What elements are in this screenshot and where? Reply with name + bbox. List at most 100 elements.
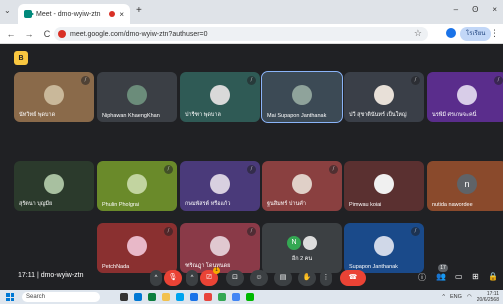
- chrome-second-icon[interactable]: [232, 293, 240, 301]
- participant-avatar: [292, 84, 312, 105]
- maximize-button[interactable]: ʘ: [472, 5, 478, 14]
- omnibox[interactable]: meet.google.com/dmo-wyiw-ztn?authuser=0 …: [54, 27, 428, 41]
- hang-up-button[interactable]: ☎: [340, 270, 366, 286]
- captions-icon[interactable]: ▤: [274, 270, 292, 286]
- site-info-icon[interactable]: [58, 30, 66, 38]
- wifi-icon[interactable]: ◠: [467, 294, 472, 300]
- muted-mic-icon: ⧸: [411, 76, 420, 85]
- activities-icon[interactable]: ⊞: [472, 272, 479, 281]
- chrome-alt-icon[interactable]: [218, 293, 226, 301]
- group-avatars: N: [287, 236, 317, 250]
- minimize-button[interactable]: –: [454, 5, 458, 14]
- participant-tile[interactable]: ฐนสิมทร์ ปานคำ ⧸: [262, 161, 342, 211]
- participant-tile[interactable]: Supapon Janthanak ⧸: [344, 223, 424, 273]
- participant-avatar: [374, 235, 394, 256]
- profile-avatar-icon[interactable]: [446, 28, 456, 38]
- more-options-icon[interactable]: ⋮: [320, 270, 332, 286]
- participant-tile[interactable]: กษมพัสรต์ หรือแก้ว ⧸: [180, 161, 260, 211]
- present-screen-icon[interactable]: ⊡: [226, 270, 244, 286]
- url-text: meet.google.com/dmo-wyiw-ztn?authuser=0: [70, 30, 208, 38]
- clock[interactable]: 17:11 20/6/2568: [477, 291, 499, 303]
- muted-mic-icon: ⧸: [247, 165, 256, 174]
- participant-tile[interactable]: PetchNada ⧸: [97, 223, 177, 273]
- participant-tile[interactable]: ปารีฑา พุดบาล ⧸: [180, 72, 260, 122]
- tray-chevron-icon[interactable]: ^: [442, 294, 445, 300]
- group-avatar-letter: N: [287, 236, 301, 250]
- tab-close-button[interactable]: ×: [119, 10, 124, 19]
- participant-tile[interactable]: Phulin Pholgrai ⧸: [97, 161, 177, 211]
- muted-mic-icon: ⧸: [164, 165, 173, 174]
- participant-tile[interactable]: ปวี สุชาตินันทร์ เป็นใหญ่ ⧸: [344, 72, 424, 122]
- participant-avatar: [210, 235, 230, 256]
- store-icon[interactable]: [148, 293, 156, 301]
- tab-title: Meet - dmo-wyiw-ztn: [36, 10, 101, 18]
- bookmark-star-icon[interactable]: ☆: [414, 28, 422, 39]
- tab-meet[interactable]: Meet - dmo-wyiw-ztn ×: [18, 4, 130, 24]
- raise-hand-icon[interactable]: ✋: [298, 270, 316, 286]
- participant-name: สุรัตนา บุญมีย: [19, 201, 53, 207]
- camera-options-button[interactable]: ^: [186, 270, 198, 286]
- others-count-label: อีก 2 คน: [291, 256, 313, 262]
- line-app-icon[interactable]: [246, 293, 254, 301]
- meet-favicon-icon: [24, 10, 34, 18]
- forward-button[interactable]: →: [22, 29, 36, 39]
- participant-name: Phulin Pholgrai: [102, 202, 139, 208]
- address-bar-row: ← → C meet.google.com/dmo-wyiw-ztn?authu…: [0, 24, 503, 44]
- muted-mic-icon: ⧸: [247, 76, 256, 85]
- muted-mic-icon: ⧸: [329, 165, 338, 174]
- participant-avatar: [210, 84, 230, 105]
- participant-avatar-letter: n: [457, 173, 477, 194]
- close-window-button[interactable]: ×: [492, 5, 497, 14]
- participant-name: Mai Supapon Janthanak: [267, 113, 327, 119]
- profile-pill[interactable]: โรเรียน: [460, 27, 492, 41]
- people-icon[interactable]: 👥: [436, 272, 446, 281]
- participant-avatar: [44, 173, 64, 194]
- participant-tile[interactable]: N อีก 2 คน: [262, 223, 342, 273]
- chrome-profile-icon[interactable]: [204, 293, 212, 301]
- captions-toggle-button[interactable]: B: [14, 51, 28, 65]
- participant-avatar: [44, 84, 64, 105]
- camera-notification-badge: 1: [213, 267, 220, 274]
- input-language[interactable]: ENG: [450, 294, 462, 300]
- file-explorer-icon[interactable]: [162, 293, 170, 301]
- participant-tile[interactable]: Niphawan KhaengKhan: [97, 72, 177, 122]
- participant-avatar: [210, 173, 230, 194]
- participant-name: กษมพัสรต์ หรือแก้ว: [185, 201, 231, 207]
- mic-toggle-icon[interactable]: 🎙: [164, 270, 182, 286]
- chat-icon[interactable]: ▭: [455, 272, 463, 281]
- participant-tile[interactable]: Mai Supapon Janthanak: [261, 71, 343, 123]
- reload-button[interactable]: C: [40, 29, 54, 39]
- meet-control-bar: 17:11 | dmo-wyiw-ztn ^ 🎙 ^ ⎚ 1 ⊡ ☺ ▤ ✋ ⋮…: [0, 264, 503, 290]
- participant-tile[interactable]: Pimwau koiai: [344, 161, 424, 211]
- participant-tile[interactable]: สุรัตนา บุญมีย: [14, 161, 94, 211]
- participant-tile[interactable]: นัทวิทย์ พุดบาด ⧸: [14, 72, 94, 122]
- meeting-info-icon[interactable]: ⓘ: [418, 272, 426, 283]
- participant-tile[interactable]: นรพีมี ศรเกษจะคนี่ ⧸: [427, 72, 503, 122]
- participant-avatar: [127, 173, 147, 194]
- muted-mic-icon: ⧸: [247, 227, 256, 236]
- participant-tile[interactable]: n nutida nawordee: [427, 161, 503, 211]
- participant-avatar: [374, 84, 394, 105]
- participant-name: Niphawan KhaengKhan: [102, 113, 160, 119]
- participant-name: ปารีฑา พุดบาล: [185, 112, 221, 118]
- chrome-icon[interactable]: [190, 293, 198, 301]
- new-tab-button[interactable]: +: [136, 5, 142, 16]
- participant-tile[interactable]: ฑริณฎุา โดนทนดย ⧸: [180, 223, 260, 273]
- edge-icon[interactable]: [134, 293, 142, 301]
- photos-icon[interactable]: [176, 293, 184, 301]
- participant-avatar: [374, 173, 394, 194]
- tab-search-icon[interactable]: ⌄: [4, 6, 11, 15]
- task-view-icon[interactable]: [120, 293, 128, 301]
- mic-options-button[interactable]: ^: [150, 270, 162, 286]
- participant-avatar: [127, 235, 147, 256]
- muted-mic-icon: ⧸: [411, 227, 420, 236]
- windows-start-icon[interactable]: [6, 293, 14, 301]
- recording-dot-icon: [109, 11, 116, 17]
- back-button[interactable]: ←: [4, 29, 18, 39]
- host-controls-icon[interactable]: 🔒: [488, 272, 498, 281]
- emoji-reaction-icon[interactable]: ☺: [250, 270, 268, 286]
- taskbar-search-input[interactable]: Search: [22, 292, 100, 302]
- window-controls: – ʘ ×: [454, 5, 497, 14]
- browser-menu-icon[interactable]: ⋮: [490, 28, 499, 39]
- tab-strip: ⌄ Meet - dmo-wyiw-ztn × + – ʘ ×: [0, 0, 503, 24]
